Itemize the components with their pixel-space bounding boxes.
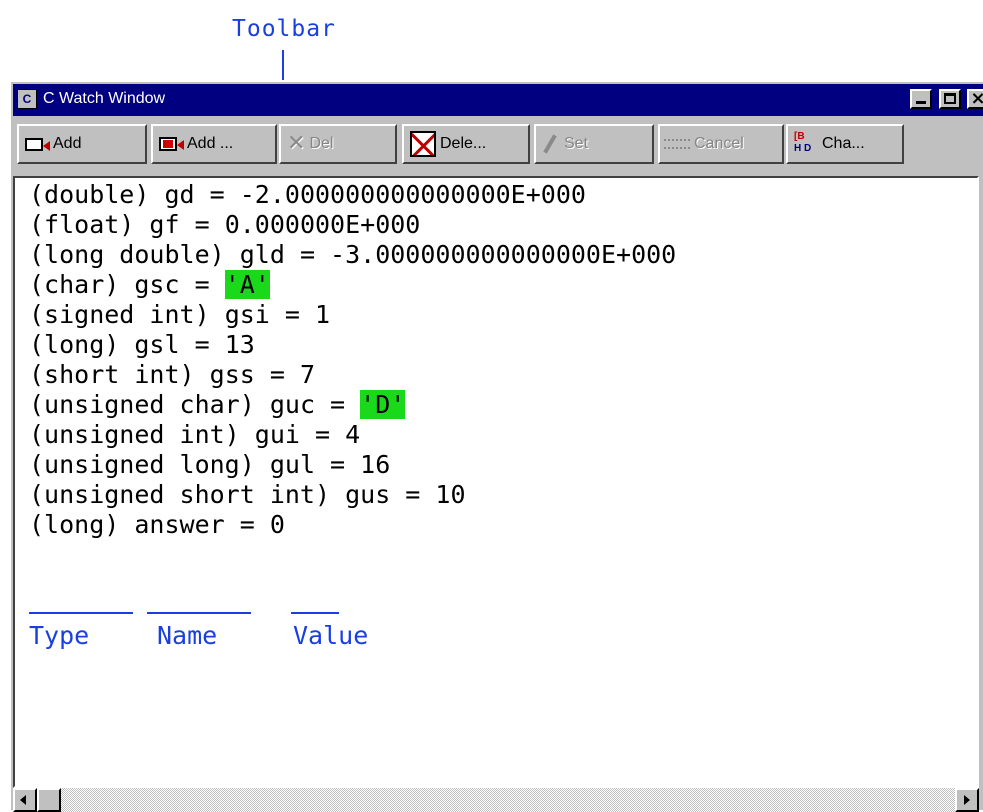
legend-value: Value	[293, 621, 369, 650]
add-special-icon	[159, 137, 184, 151]
watch-item[interactable]: (unsigned int) gui = 4	[29, 420, 676, 450]
item-value-highlighted: 'D'	[360, 390, 406, 419]
add-watch-icon	[25, 137, 50, 151]
window-title: C Watch Window	[43, 90, 166, 107]
add-special-button[interactable]: Add ...	[151, 124, 277, 164]
delete-all-button-label: Dele...	[440, 135, 487, 152]
minimize-button[interactable]	[910, 89, 933, 109]
window-controls: ×	[908, 88, 983, 109]
c-watch-window: C C Watch Window × Add Add ... ✕ Del Del…	[9, 80, 983, 812]
item-name: gld	[239, 240, 285, 269]
arrow-left-icon	[20, 795, 26, 805]
delete-all-button[interactable]: Dele...	[402, 124, 530, 164]
watch-item[interactable]: (double) gd = -2.000000000000000E+000	[29, 180, 676, 210]
del-button-label: Del	[309, 135, 334, 152]
title-bar[interactable]: C C Watch Window ×	[13, 84, 983, 116]
delete-icon: ✕	[287, 131, 306, 156]
item-type: (long)	[29, 330, 120, 359]
minimize-icon	[916, 101, 927, 104]
item-name: gsc	[134, 270, 180, 299]
item-type: (long double)	[29, 240, 225, 269]
watch-lines: (double) gd = -2.000000000000000E+000 (f…	[29, 180, 676, 540]
charset-button[interactable]: [B H D Cha...	[786, 124, 904, 164]
legend-name: Name	[157, 621, 218, 650]
charset-button-label: Cha...	[822, 135, 865, 152]
item-type: (short int)	[29, 360, 195, 389]
app-icon[interactable]: C	[17, 89, 37, 109]
arrow-right-icon	[964, 795, 970, 805]
item-name: gul	[269, 450, 315, 479]
item-name: gss	[209, 360, 255, 389]
name-underline	[147, 612, 251, 614]
scroll-thumb[interactable]	[37, 788, 61, 812]
item-name: gf	[149, 210, 180, 239]
set-button-label: Set	[564, 135, 589, 152]
item-name: gsl	[134, 330, 180, 359]
item-value-highlighted: 'A'	[224, 270, 270, 299]
watch-item[interactable]: (long) gsl = 13	[29, 330, 676, 360]
item-type: (signed int)	[29, 300, 210, 329]
delete-all-icon	[410, 131, 436, 157]
item-type: (unsigned int)	[29, 420, 240, 449]
watch-item[interactable]: (long) answer = 0	[29, 510, 676, 540]
item-type: (long)	[29, 510, 120, 539]
horizontal-scrollbar[interactable]	[13, 788, 979, 812]
item-value: 0	[269, 510, 285, 539]
set-button[interactable]: Set	[534, 124, 654, 164]
charset-icon: [B H D	[794, 131, 812, 154]
item-type: (float)	[29, 210, 135, 239]
watch-item[interactable]: (unsigned short int) gus = 10	[29, 480, 676, 510]
close-icon: ×	[970, 88, 983, 109]
maximize-icon	[943, 93, 956, 104]
item-type: (unsigned char)	[29, 390, 255, 419]
item-name: gui	[254, 420, 300, 449]
watch-list[interactable]: (double) gd = -2.000000000000000E+000 (f…	[13, 176, 979, 788]
item-value: 13	[224, 330, 255, 359]
watch-item[interactable]: (short int) gss = 7	[29, 360, 676, 390]
item-value: 10	[435, 480, 466, 509]
add-button[interactable]: Add	[17, 124, 147, 164]
close-button[interactable]: ×	[967, 88, 983, 109]
item-type: (double)	[29, 180, 150, 209]
set-pencil-icon	[542, 135, 556, 153]
item-name: guc	[269, 390, 315, 419]
legend-type: Type	[29, 621, 90, 650]
maximize-button[interactable]	[938, 89, 961, 109]
type-underline	[29, 612, 133, 614]
value-underline	[291, 612, 339, 614]
del-button[interactable]: ✕ Del	[279, 124, 397, 164]
watch-item[interactable]: (long double) gld = -3.000000000000000E+…	[29, 240, 676, 270]
item-value: 1	[315, 300, 331, 329]
scroll-right-button[interactable]	[955, 788, 979, 812]
watch-item[interactable]: (signed int) gsi = 1	[29, 300, 676, 330]
item-value: 7	[299, 360, 316, 389]
add-special-button-label: Add ...	[187, 135, 234, 152]
item-name: answer	[134, 510, 225, 539]
watch-item[interactable]: (unsigned long) gul = 16	[29, 450, 676, 480]
item-value: -3.000000000000000E+000	[330, 240, 677, 269]
item-name: gus	[345, 480, 391, 509]
cancel-button-label: Cancel	[694, 135, 744, 152]
item-type: (unsigned long)	[29, 450, 255, 479]
item-value: 4	[345, 420, 361, 449]
watch-item[interactable]: (char) gsc = 'A'	[29, 270, 676, 300]
cancel-button[interactable]: Cancel	[658, 124, 784, 164]
add-button-label: Add	[53, 135, 82, 152]
item-name: gd	[164, 180, 195, 209]
item-value: 0.000000E+000	[224, 210, 421, 239]
cancel-icon	[664, 139, 690, 149]
item-value: -2.000000000000000E+000	[239, 180, 586, 209]
item-type: (unsigned short int)	[29, 480, 331, 509]
watch-item[interactable]: (float) gf = 0.000000E+000	[29, 210, 676, 240]
scroll-left-button[interactable]	[13, 788, 37, 812]
item-name: gsi	[224, 300, 270, 329]
item-type: (char)	[29, 270, 120, 299]
toolbar-annotation-label: Toolbar	[232, 16, 336, 42]
item-value: 16	[360, 450, 391, 479]
watch-item[interactable]: (unsigned char) guc = 'D'	[29, 390, 676, 420]
